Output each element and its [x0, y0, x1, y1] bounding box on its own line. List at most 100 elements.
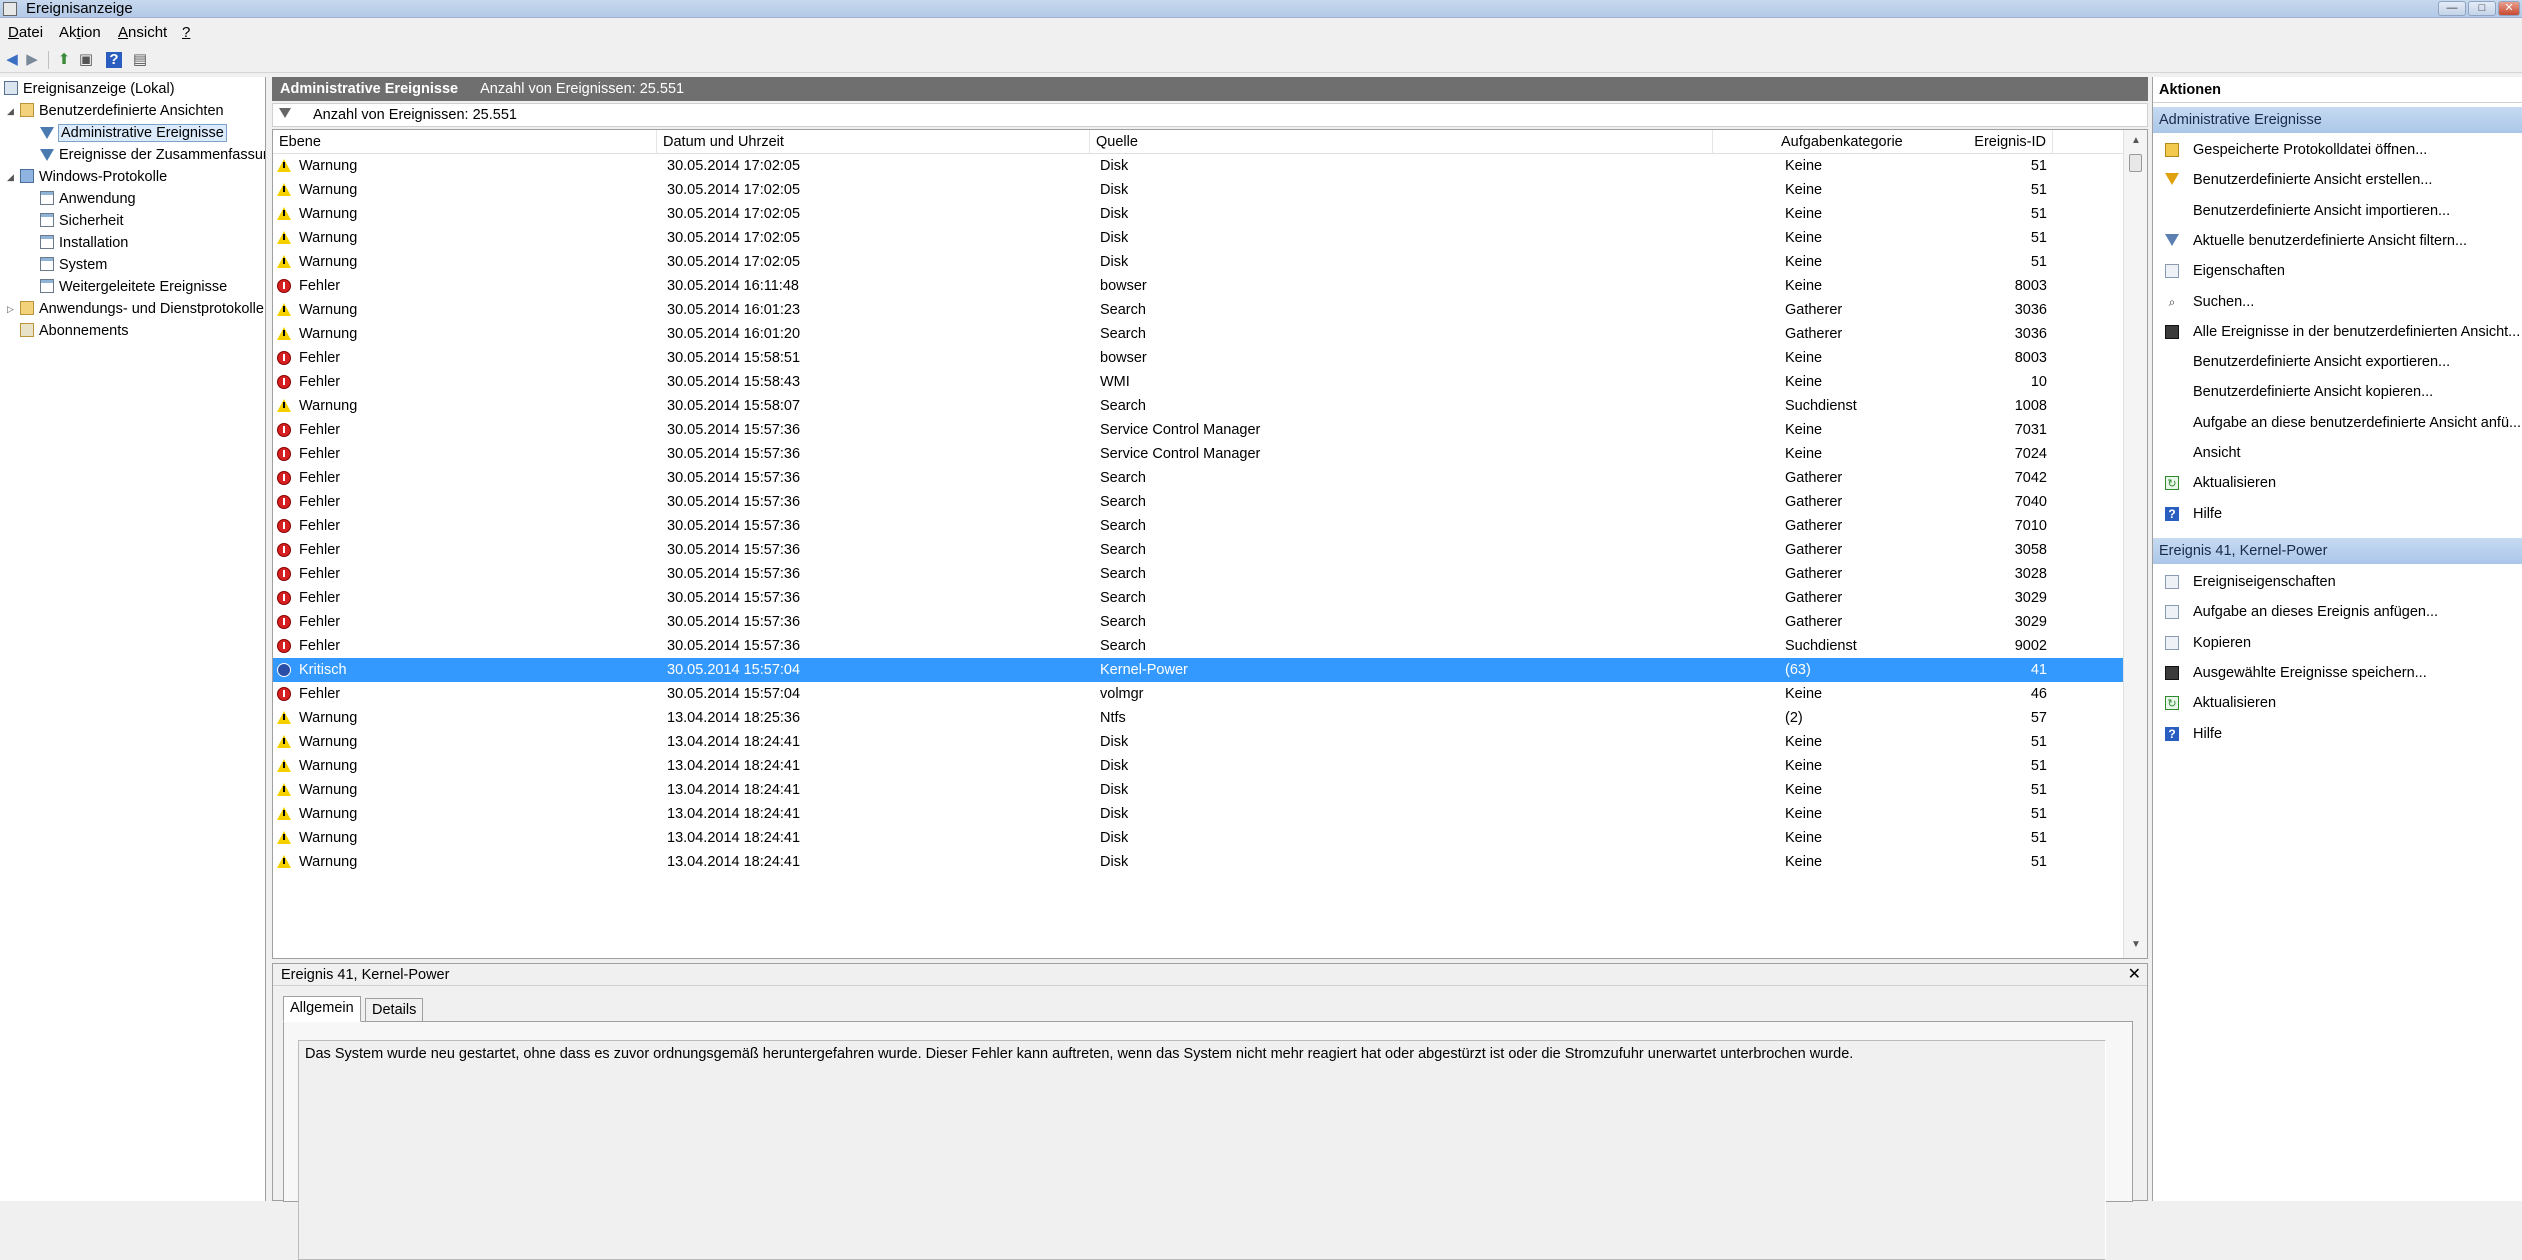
event-row[interactable]: Fehler 30.05.2014 15:58:51 bowser 8003 Keine: [273, 346, 2123, 370]
event-row[interactable]: Fehler 30.05.2014 15:57:36 Search 3029 Gathe…: [273, 610, 2123, 634]
tree-forwarded-node[interactable]: Weitergeleitete Ereignisse: [40, 277, 227, 297]
column-header-level[interactable]: Ebene: [273, 130, 657, 154]
cell-category: Keine: [1785, 734, 1823, 750]
scroll-down-arrow-icon[interactable]: ▼: [2124, 936, 2147, 954]
forward-arrow-icon[interactable]: ▶: [22, 50, 42, 70]
tree-installation-node[interactable]: Installation: [40, 233, 128, 253]
action-item[interactable]: ? Hilfe: [2153, 499, 2522, 529]
menu-datei[interactable]: Datei: [8, 24, 43, 41]
actions-section-admin-events[interactable]: Administrative Ereignisse: [2153, 107, 2522, 133]
menu-ansicht[interactable]: Ansicht: [118, 24, 167, 41]
tree-summary-events-node[interactable]: Ereignisse der Zusammenfassung: [40, 145, 265, 165]
action-item[interactable]: Gespeicherte Protokolldatei öffnen...: [2153, 135, 2522, 165]
action-label: Aktualisieren: [2193, 475, 2277, 492]
tree-root-node[interactable]: Ereignisanzeige (Lokal): [4, 79, 175, 99]
action-item[interactable]: Benutzerdefinierte Ansicht kopieren...: [2153, 377, 2522, 407]
action-item[interactable]: Ausgewählte Ereignisse speichern...: [2153, 658, 2522, 688]
event-row[interactable]: Fehler 30.05.2014 15:57:36 Search 7042 Gathe…: [273, 466, 2123, 490]
event-row[interactable]: Warnung 13.04.2014 18:24:41 Disk 51 Keine: [273, 730, 2123, 754]
event-row[interactable]: Fehler 30.05.2014 15:57:36 Search 3058 Gathe…: [273, 538, 2123, 562]
action-item[interactable]: Ansicht: [2153, 438, 2522, 468]
event-row[interactable]: Fehler 30.05.2014 16:11:48 bowser 8003 Keine: [273, 274, 2123, 298]
cell-level: Warnung: [299, 398, 358, 414]
action-item[interactable]: Aufgabe an diese benutzerdefinierte Ansi…: [2153, 408, 2522, 438]
action-item[interactable]: Alle Ereignisse in der benutzerdefiniert…: [2153, 317, 2522, 347]
event-row[interactable]: Fehler 30.05.2014 15:57:36 Search 9002 Suchd…: [273, 634, 2123, 658]
error-mark: [283, 570, 285, 577]
event-row[interactable]: Warnung 30.05.2014 17:02:05 Disk 51 Keine: [273, 154, 2123, 178]
action-item[interactable]: Ereigniseigenschaften: [2153, 567, 2522, 597]
cell-source: Search: [1100, 614, 1146, 630]
properties-icon[interactable]: ▤: [130, 50, 150, 70]
tree-security-node[interactable]: Sicherheit: [40, 211, 123, 231]
collapse-triangle-icon[interactable]: ◢: [6, 101, 15, 121]
action-item[interactable]: ↻ Aktualisieren: [2153, 468, 2522, 498]
event-row[interactable]: Warnung 13.04.2014 18:24:41 Disk 51 Keine: [273, 778, 2123, 802]
help-icon[interactable]: ?: [106, 52, 122, 68]
event-row[interactable]: Fehler 30.05.2014 15:57:36 Service Control…: [273, 442, 2123, 466]
grid-scrollbar[interactable]: ▲ ▼: [2123, 130, 2147, 958]
expand-triangle-icon[interactable]: ▷: [6, 299, 15, 319]
tree-admin-events-node[interactable]: Administrative Ereignisse: [40, 123, 227, 143]
action-item[interactable]: Benutzerdefinierte Ansicht erstellen...: [2153, 165, 2522, 195]
minimize-button[interactable]: —: [2438, 1, 2466, 16]
cell-source: Disk: [1100, 230, 1129, 246]
event-row[interactable]: Warnung 30.05.2014 17:02:05 Disk 51 Keine: [273, 202, 2123, 226]
cell-level: Fehler: [299, 278, 341, 294]
action-item[interactable]: Benutzerdefinierte Ansicht importieren..…: [2153, 196, 2522, 226]
event-row[interactable]: Fehler 30.05.2014 15:57:36 Search 3029 Gathe…: [273, 586, 2123, 610]
menu-help[interactable]: ?: [182, 24, 190, 41]
event-row[interactable]: Warnung 30.05.2014 17:02:05 Disk 51 Keine: [273, 250, 2123, 274]
menu-aktion[interactable]: Aktion: [59, 24, 101, 41]
event-row[interactable]: Fehler 30.05.2014 15:57:04 volmgr 46 Keine: [273, 682, 2123, 706]
tree-app-services-node[interactable]: ▷ Anwendungs- und Dienstprotokolle: [6, 299, 264, 319]
show-hide-tree-icon[interactable]: ▣: [76, 50, 96, 70]
action-item[interactable]: Eigenschaften: [2153, 256, 2522, 286]
event-row[interactable]: Warnung 13.04.2014 18:24:41 Disk 51 Keine: [273, 850, 2123, 874]
event-row[interactable]: Fehler 30.05.2014 15:57:36 Service Control…: [273, 418, 2123, 442]
action-item[interactable]: Aktuelle benutzerdefinierte Ansicht filt…: [2153, 226, 2522, 256]
column-header-source[interactable]: Quelle: [1090, 130, 1713, 154]
tree-system-node[interactable]: System: [40, 255, 107, 275]
event-row[interactable]: Warnung 30.05.2014 15:58:07 Search 1008 Such…: [273, 394, 2123, 418]
event-row[interactable]: Warnung 30.05.2014 16:01:20 Search 3036 Gath…: [273, 322, 2123, 346]
scroll-up-arrow-icon[interactable]: ▲: [2124, 132, 2147, 150]
event-row[interactable]: Warnung 13.04.2014 18:24:41 Disk 51 Keine: [273, 802, 2123, 826]
event-row[interactable]: Warnung 13.04.2014 18:25:36 Ntfs 57 (2): [273, 706, 2123, 730]
event-row[interactable]: Warnung 13.04.2014 18:24:41 Disk 51 Keine: [273, 754, 2123, 778]
up-folder-icon[interactable]: ⬆: [54, 50, 74, 70]
close-window-button[interactable]: ✕: [2498, 1, 2520, 16]
column-header-category[interactable]: Aufgabenkategorie: [1775, 130, 2123, 154]
scroll-thumb[interactable]: [2129, 154, 2142, 172]
event-row[interactable]: Warnung 30.05.2014 17:02:05 Disk 51 Keine: [273, 178, 2123, 202]
event-row[interactable]: Warnung 13.04.2014 18:24:41 Disk 51 Keine: [273, 826, 2123, 850]
maximize-button[interactable]: □: [2468, 1, 2496, 16]
action-item[interactable]: Benutzerdefinierte Ansicht exportieren..…: [2153, 347, 2522, 377]
tree-subscriptions-node[interactable]: Abonnements: [20, 321, 128, 341]
back-arrow-icon[interactable]: ◀: [2, 50, 22, 70]
action-item[interactable]: ? Hilfe: [2153, 719, 2522, 749]
tree-application-node[interactable]: Anwendung: [40, 189, 136, 209]
column-header-datetime[interactable]: Datum und Uhrzeit: [657, 130, 1090, 154]
close-icon[interactable]: ✕: [2128, 964, 2141, 986]
event-row[interactable]: Kritisch 30.05.2014 15:57:04 Kernel-Power 4…: [273, 658, 2123, 682]
event-row[interactable]: Fehler 30.05.2014 15:57:36 Search 7040 Gathe…: [273, 490, 2123, 514]
event-row[interactable]: Warnung 30.05.2014 17:02:05 Disk 51 Keine: [273, 226, 2123, 250]
cell-level: Warnung: [299, 734, 358, 750]
event-properties-icon: [2165, 575, 2179, 589]
action-item[interactable]: Kopieren: [2153, 628, 2522, 658]
action-item[interactable]: Aufgabe an dieses Ereignis anfügen...: [2153, 597, 2522, 627]
tree-windows-logs-node[interactable]: ◢ Windows-Protokolle: [6, 167, 167, 187]
tab-general[interactable]: Allgemein: [283, 996, 361, 1022]
event-description: Das System wurde neu gestartet, ohne das…: [298, 1040, 2106, 1260]
event-row[interactable]: Fehler 30.05.2014 15:57:36 Search 3028 Gathe…: [273, 562, 2123, 586]
event-row[interactable]: Fehler 30.05.2014 15:58:43 WMI 10 Keine: [273, 370, 2123, 394]
tree-custom-views-node[interactable]: ◢ Benutzerdefinierte Ansichten: [6, 101, 224, 121]
event-row[interactable]: Warnung 30.05.2014 16:01:23 Search 3036 Gath…: [273, 298, 2123, 322]
event-row[interactable]: Fehler 30.05.2014 15:57:36 Search 7010 Gathe…: [273, 514, 2123, 538]
actions-section-event-41[interactable]: Ereignis 41, Kernel-Power: [2153, 538, 2522, 564]
action-item[interactable]: ⌕ Suchen...: [2153, 287, 2522, 317]
tab-details[interactable]: Details: [365, 998, 424, 1022]
action-item[interactable]: ↻ Aktualisieren: [2153, 688, 2522, 718]
collapse-triangle-icon[interactable]: ◢: [6, 167, 15, 187]
